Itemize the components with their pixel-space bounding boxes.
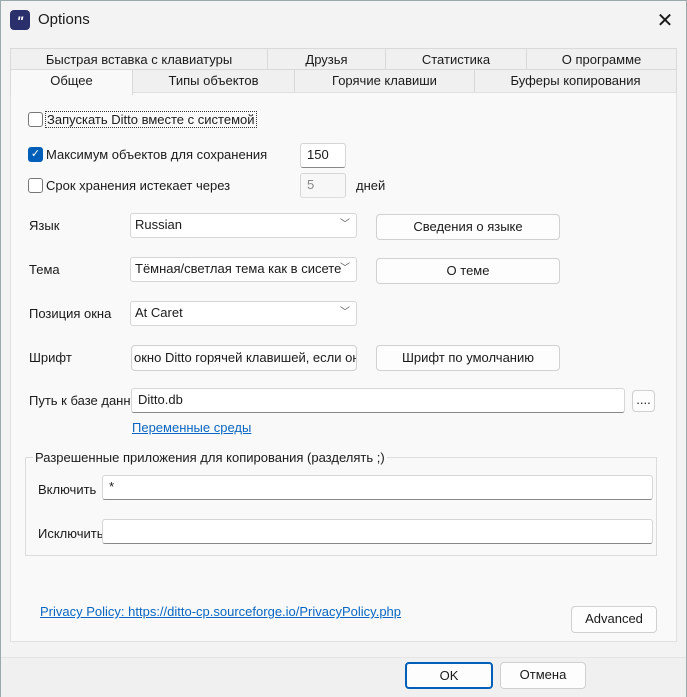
cancel-button[interactable]: Отмена bbox=[500, 662, 586, 689]
window-title: Options bbox=[38, 11, 90, 28]
title-bar: " Options ✕ bbox=[1, 1, 686, 41]
close-icon[interactable]: ✕ bbox=[651, 7, 679, 35]
ok-button[interactable]: OK bbox=[405, 662, 493, 689]
privacy-policy-link[interactable]: Privacy Policy: https://ditto-cp.sourcef… bbox=[40, 604, 401, 619]
tab-types[interactable]: Типы объектов bbox=[132, 69, 295, 93]
max-items-input[interactable]: 150 bbox=[300, 143, 346, 168]
allowed-apps-label: Разрешенные приложения для копирования (… bbox=[33, 450, 387, 465]
tab-hotkeys[interactable]: Горячие клавиши bbox=[294, 69, 475, 93]
max-items-label[interactable]: Максимум объектов для сохранения bbox=[46, 147, 267, 162]
ditto-app-icon: " bbox=[10, 10, 30, 30]
tab-general[interactable]: Общее bbox=[10, 69, 133, 95]
advanced-button[interactable]: Advanced bbox=[571, 606, 657, 633]
db-path-input[interactable]: Ditto.db bbox=[131, 388, 625, 413]
chevron-down-icon: ﹀ bbox=[340, 219, 350, 230]
expire-checkbox[interactable] bbox=[28, 178, 43, 193]
language-label: Язык bbox=[29, 218, 60, 233]
include-label: Включить bbox=[38, 482, 97, 497]
chevron-down-icon: ﹀ bbox=[340, 307, 350, 318]
options-window: " Options ✕ Быстрая вставка с клавиатуры… bbox=[0, 0, 687, 697]
expire-label[interactable]: Срок хранения истекает через bbox=[46, 178, 230, 193]
start-with-system-checkbox[interactable] bbox=[28, 112, 43, 127]
expire-days-input[interactable]: 5 bbox=[300, 173, 346, 198]
position-value: At Caret bbox=[135, 305, 183, 320]
browse-db-button[interactable]: .... bbox=[632, 390, 655, 412]
language-value: Russian bbox=[135, 217, 182, 232]
language-select[interactable]: Russian ﹀ bbox=[130, 213, 357, 238]
max-items-checkbox[interactable]: ✓ bbox=[28, 147, 43, 162]
days-label: дней bbox=[356, 178, 386, 193]
default-font-button[interactable]: Шрифт по умолчанию bbox=[376, 345, 560, 371]
exclude-label: Исключить bbox=[38, 526, 104, 541]
start-with-system-label[interactable]: Запускать Ditto вместе с системой bbox=[45, 111, 257, 128]
db-path-label: Путь к базе данн bbox=[29, 393, 130, 408]
env-variables-link[interactable]: Переменные среды bbox=[132, 420, 251, 435]
theme-label: Тема bbox=[29, 262, 60, 277]
language-info-button[interactable]: Сведения о языке bbox=[376, 214, 560, 240]
exclude-input[interactable] bbox=[102, 519, 653, 544]
include-input[interactable]: * bbox=[102, 475, 653, 500]
font-label: Шрифт bbox=[29, 350, 72, 365]
theme-select[interactable]: Тёмная/светлая тема как в сисете ﹀ bbox=[130, 257, 357, 282]
font-button[interactable]: окно Ditto горячей клавишей, если он bbox=[131, 345, 357, 371]
position-select[interactable]: At Caret ﹀ bbox=[130, 301, 357, 326]
tab-clipboards[interactable]: Буферы копирования bbox=[474, 69, 677, 93]
about-theme-button[interactable]: О теме bbox=[376, 258, 560, 284]
chevron-down-icon: ﹀ bbox=[340, 263, 350, 274]
theme-value: Тёмная/светлая тема как в сисете bbox=[135, 261, 342, 276]
position-label: Позиция окна bbox=[29, 306, 112, 321]
